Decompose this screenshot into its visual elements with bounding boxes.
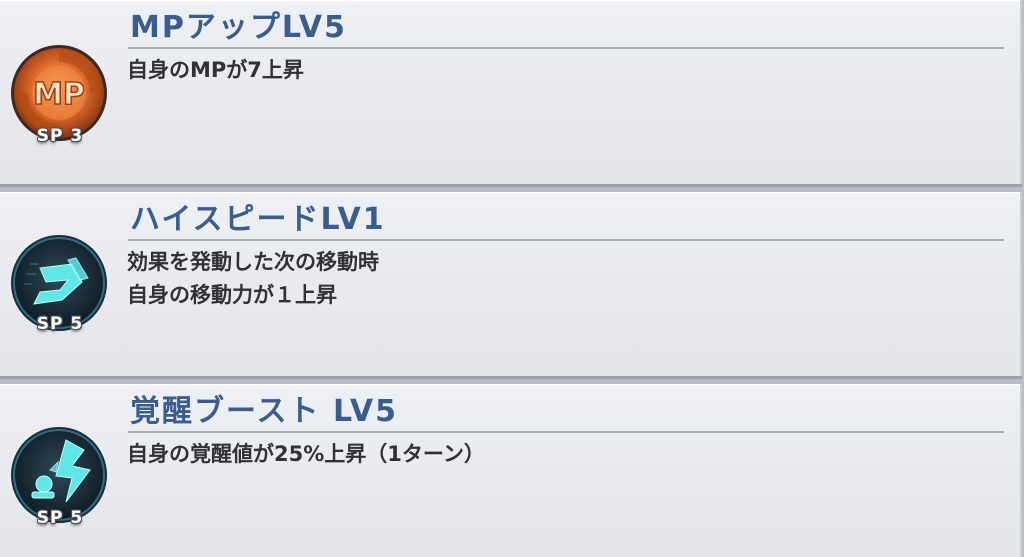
skill-title: MPアップLV5 <box>130 10 347 45</box>
svg-text:MP: MP <box>33 77 85 112</box>
skill-description: 効果を発動した次の移動時 自身の移動力が１上昇 <box>127 250 379 307</box>
skill-card-awakening-boost[interactable]: SP 5 覚醒ブースト LV5 自身の覚醒値が25%上昇（1ターン） <box>0 384 1022 557</box>
sp-cost-label: SP 3 <box>36 126 84 146</box>
skill-card-high-speed[interactable]: SP 5 ハイスピードLV1 効果を発動した次の移動時 自身の移動力が１上昇 <box>0 192 1022 376</box>
sp-cost-label: SP 5 <box>36 508 84 528</box>
skill-card-mp-up[interactable]: MP SP 3 MPアップLV5 自身のMPが7上昇 <box>0 0 1022 184</box>
title-divider <box>128 431 1004 433</box>
title-divider <box>128 239 1004 241</box>
skill-title: ハイスピードLV1 <box>130 202 386 237</box>
title-divider <box>128 47 1004 49</box>
skill-title: 覚醒ブースト LV5 <box>130 394 399 429</box>
skill-description: 自身のMPが7上昇 <box>127 58 304 82</box>
skill-description: 自身の覚醒値が25%上昇（1ターン） <box>127 442 485 466</box>
sp-cost-label: SP 5 <box>36 314 84 334</box>
